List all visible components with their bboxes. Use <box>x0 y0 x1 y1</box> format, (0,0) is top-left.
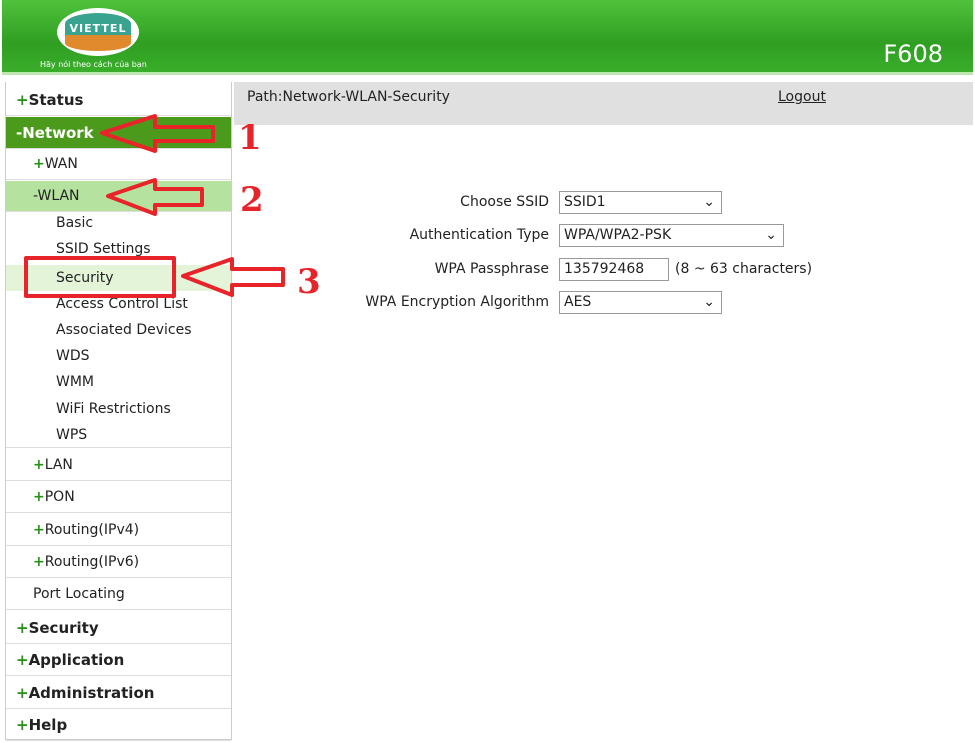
passphrase-input[interactable]: 135792468 <box>559 257 669 281</box>
value: SSID1 <box>564 194 606 210</box>
plus-icon: + <box>16 90 29 109</box>
encryption-select[interactable]: AES ⌄ <box>559 290 722 314</box>
value: AES <box>564 294 592 310</box>
plus-icon: + <box>16 683 29 702</box>
label: WPA Encryption Algorithm <box>365 294 549 310</box>
plus-icon: + <box>16 715 29 734</box>
sidebar-item-associated-devices[interactable]: Associated Devices <box>6 317 231 343</box>
label: -Network <box>16 123 94 142</box>
sidebar-item-ssid-settings[interactable]: SSID Settings <box>6 236 231 262</box>
sidebar: + Status -Network + WAN -WLAN Basic SSID S… <box>5 82 232 741</box>
value: WPA/WPA2-PSK <box>564 227 672 243</box>
viettel-logo: VIETTEL <box>57 8 139 56</box>
label: Choose SSID <box>460 194 549 210</box>
row-choose-ssid: Choose SSID SSID1 ⌄ <box>234 190 722 214</box>
sidebar-item-routing-ipv4[interactable]: + Routing(IPv4) <box>6 515 231 546</box>
sidebar-item-wifi-restrictions[interactable]: WiFi Restrictions <box>6 396 231 422</box>
sidebar-item-lan[interactable]: + LAN <box>6 450 231 481</box>
auth-type-select[interactable]: WPA/WPA2-PSK ⌄ <box>559 223 784 247</box>
label: Routing(IPv4) <box>44 522 140 538</box>
header-banner: VIETTEL Hãy nói theo cách của bạn F608 <box>2 0 973 75</box>
label: PON <box>44 489 75 505</box>
chevron-down-icon: ⌄ <box>703 294 715 310</box>
path-bar: Path:Network-WLAN-Security Logout <box>234 82 973 125</box>
label: WPA Passphrase <box>434 261 549 277</box>
sidebar-item-routing-ipv6[interactable]: + Routing(IPv6) <box>6 547 231 578</box>
plus-icon: + <box>33 522 45 538</box>
sidebar-item-status[interactable]: + Status <box>6 84 231 116</box>
label: Help <box>28 715 68 734</box>
plus-icon: + <box>33 489 45 505</box>
sidebar-item-port-locating[interactable]: Port Locating <box>6 579 231 610</box>
plus-icon: + <box>33 554 45 570</box>
sidebar-item-basic[interactable]: Basic <box>6 210 231 236</box>
chevron-down-icon: ⌄ <box>703 194 715 210</box>
sidebar-item-security[interactable]: + Security <box>6 612 231 644</box>
label: LAN <box>44 457 73 473</box>
main-content: Path:Network-WLAN-Security Logout Choose… <box>234 82 973 742</box>
plus-icon: + <box>16 618 29 637</box>
logout-link[interactable]: Logout <box>778 89 826 105</box>
slogan: Hãy nói theo cách của bạn <box>40 60 147 69</box>
label: -WLAN <box>33 188 80 204</box>
label: Authentication Type <box>409 227 549 243</box>
plus-icon: + <box>16 650 29 669</box>
chevron-down-icon: ⌄ <box>765 227 777 243</box>
row-auth-type: Authentication Type WPA/WPA2-PSK ⌄ <box>234 223 784 247</box>
sidebar-item-wmm[interactable]: WMM <box>6 369 231 395</box>
plus-icon: + <box>33 457 45 473</box>
annotation-number-1: 1 <box>238 118 262 158</box>
passphrase-hint: (8 ~ 63 characters) <box>675 261 813 277</box>
row-passphrase: WPA Passphrase 135792468 (8 ~ 63 charact… <box>234 257 812 281</box>
sidebar-item-wds[interactable]: WDS <box>6 343 231 369</box>
sidebar-item-pon[interactable]: + PON <box>6 482 231 513</box>
annotation-number-2: 2 <box>240 180 264 220</box>
sidebar-item-wlan[interactable]: -WLAN <box>6 181 231 212</box>
sidebar-item-access-control-list[interactable]: Access Control List <box>6 291 231 317</box>
sidebar-item-application[interactable]: + Application <box>6 644 231 676</box>
label: WAN <box>44 156 78 172</box>
label: Administration <box>28 683 155 702</box>
sidebar-item-help[interactable]: + Help <box>6 709 231 741</box>
sidebar-item-network[interactable]: -Network <box>6 117 231 149</box>
sidebar-item-security-wlan[interactable]: Security <box>6 265 231 291</box>
plus-icon: + <box>33 156 45 172</box>
breadcrumb: Path:Network-WLAN-Security <box>247 89 450 105</box>
device-model: F608 <box>883 40 943 68</box>
sidebar-item-wps[interactable]: WPS <box>6 422 231 448</box>
ssid-select[interactable]: SSID1 ⌄ <box>559 190 722 214</box>
sidebar-item-wan[interactable]: + WAN <box>6 149 231 180</box>
label: Routing(IPv6) <box>44 554 140 570</box>
label: Security <box>28 618 99 637</box>
label: Application <box>28 650 125 669</box>
label: Status <box>28 90 84 109</box>
sidebar-item-administration[interactable]: + Administration <box>6 677 231 709</box>
annotation-number-3: 3 <box>297 262 321 302</box>
